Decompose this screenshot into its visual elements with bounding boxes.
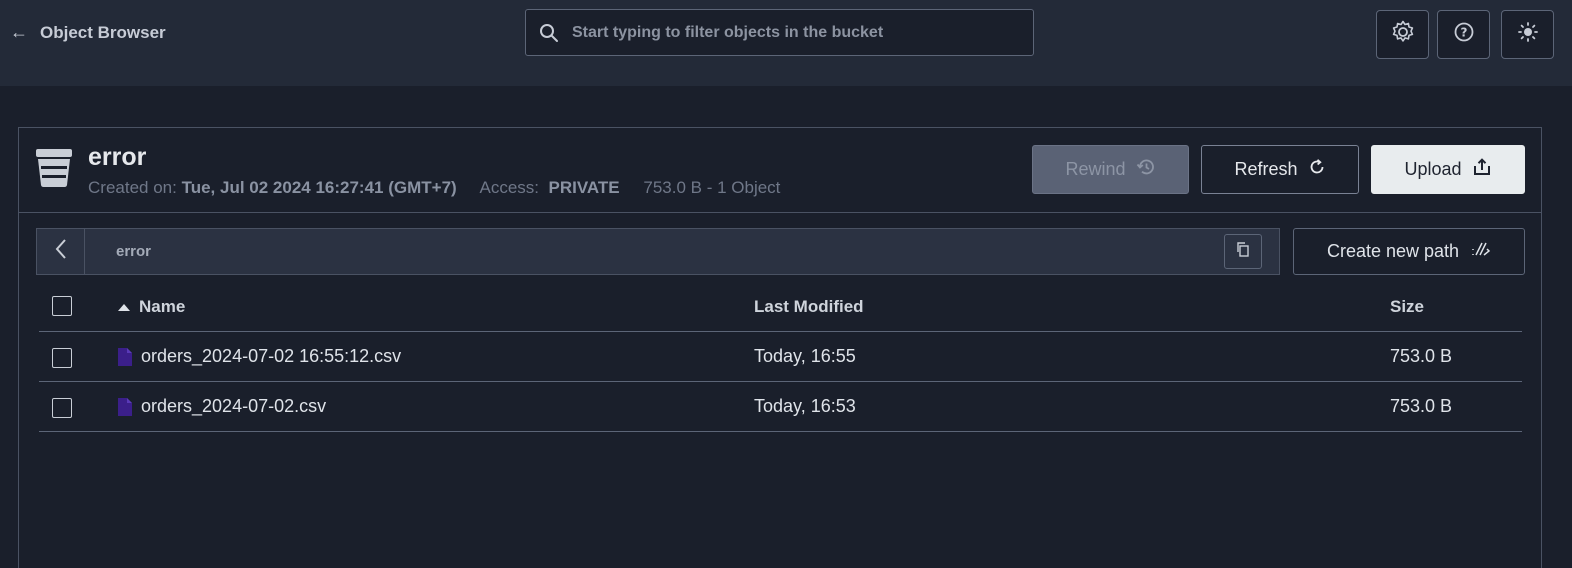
access-value: PRIVATE bbox=[548, 178, 620, 197]
file-modified: Today, 16:53 bbox=[754, 396, 856, 416]
search-icon bbox=[526, 23, 572, 43]
file-name[interactable]: orders_2024-07-02 16:55:12.csv bbox=[141, 346, 401, 367]
access-label: Access: bbox=[479, 178, 540, 197]
created-value: Tue, Jul 02 2024 16:27:41 (GMT+7) bbox=[181, 178, 457, 197]
header-last-modified[interactable]: Last Modified bbox=[754, 297, 864, 317]
table-header: Name Last Modified Size bbox=[39, 280, 1522, 332]
sun-icon bbox=[1517, 21, 1539, 48]
row-checkbox[interactable] bbox=[52, 348, 72, 368]
new-path-icon bbox=[1471, 241, 1491, 262]
header-size[interactable]: Size bbox=[1390, 297, 1424, 317]
help-button[interactable]: ? bbox=[1437, 10, 1490, 59]
file-cell: orders_2024-07-02 16:55:12.csv bbox=[117, 346, 401, 367]
upload-label: Upload bbox=[1404, 159, 1462, 179]
bucket-meta: Created on: Tue, Jul 02 2024 16:27:41 (G… bbox=[88, 178, 780, 198]
file-size: 753.0 B bbox=[1390, 396, 1453, 416]
bucket-icon bbox=[35, 148, 73, 193]
breadcrumb-back-button[interactable] bbox=[37, 229, 85, 274]
file-icon bbox=[117, 397, 133, 417]
chevron-left-icon bbox=[54, 237, 68, 266]
bucket-name: error bbox=[88, 143, 147, 171]
refresh-label: Refresh bbox=[1234, 159, 1298, 179]
bucket-summary: 753.0 B - 1 Object bbox=[643, 178, 781, 197]
copy-path-button[interactable] bbox=[1224, 234, 1262, 269]
page-title: Object Browser bbox=[40, 22, 166, 42]
upload-icon bbox=[1472, 157, 1492, 182]
settings-button[interactable] bbox=[1376, 10, 1429, 59]
select-all-checkbox[interactable] bbox=[52, 296, 72, 316]
refresh-button[interactable]: Refresh bbox=[1201, 145, 1359, 194]
create-new-path-button[interactable]: Create new path bbox=[1293, 228, 1525, 275]
gear-icon bbox=[1390, 19, 1416, 50]
bucket-header: error Created on: Tue, Jul 02 2024 16:27… bbox=[19, 128, 1541, 213]
created-label: Created on: bbox=[88, 178, 177, 197]
file-name[interactable]: orders_2024-07-02.csv bbox=[141, 396, 326, 417]
svg-text:?: ? bbox=[1460, 26, 1467, 40]
search-box bbox=[525, 9, 1034, 56]
header-name[interactable]: Name bbox=[139, 297, 185, 317]
upload-button[interactable]: Upload bbox=[1371, 145, 1525, 194]
file-cell: orders_2024-07-02.csv bbox=[117, 396, 326, 417]
refresh-icon bbox=[1308, 158, 1326, 181]
table-row[interactable]: orders_2024-07-02 16:55:12.csv Today, 16… bbox=[39, 332, 1522, 382]
file-size: 753.0 B bbox=[1390, 346, 1453, 366]
arrow-left-icon: ← bbox=[10, 22, 28, 42]
create-new-path-label: Create new path bbox=[1326, 241, 1460, 261]
objects-table: Name Last Modified Size orders_2024-07-0… bbox=[39, 280, 1522, 432]
help-circle-icon: ? bbox=[1453, 21, 1475, 48]
file-icon bbox=[117, 347, 133, 367]
breadcrumb-path[interactable]: error bbox=[116, 243, 151, 260]
back-to-object-browser[interactable]: ← Object Browser bbox=[10, 22, 166, 43]
theme-toggle-button[interactable] bbox=[1501, 10, 1554, 59]
file-modified: Today, 16:55 bbox=[754, 346, 856, 366]
sort-asc-icon bbox=[118, 304, 130, 311]
copy-icon bbox=[1235, 241, 1251, 262]
history-icon bbox=[1136, 157, 1156, 182]
table-row[interactable]: orders_2024-07-02.csv Today, 16:53 753.0… bbox=[39, 382, 1522, 432]
rewind-button[interactable]: Rewind bbox=[1032, 145, 1189, 194]
rewind-label: Rewind bbox=[1065, 159, 1126, 179]
bucket-panel: error Created on: Tue, Jul 02 2024 16:27… bbox=[18, 127, 1542, 568]
top-bar: ← Object Browser ? bbox=[0, 0, 1572, 86]
breadcrumb: error bbox=[36, 228, 1280, 275]
row-checkbox[interactable] bbox=[52, 398, 72, 418]
search-input[interactable] bbox=[572, 23, 1033, 42]
